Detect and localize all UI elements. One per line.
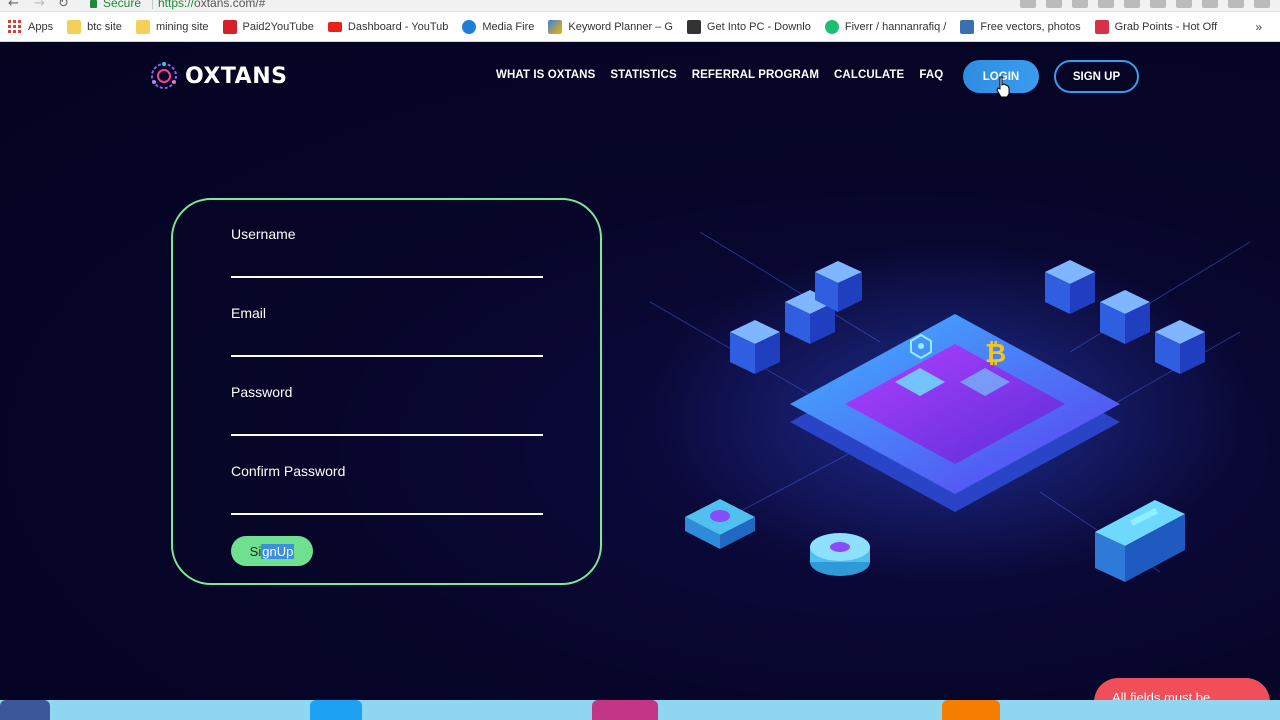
bookmark-mediafire[interactable]: Media Fire — [462, 19, 535, 34]
lock-icon — [90, 0, 97, 8]
submit-label-selected: gnUp — [261, 543, 295, 559]
submit-label-plain: Si — [249, 543, 262, 559]
bookmark-label: Dashboard - YouTub — [347, 20, 449, 33]
twitter-icon[interactable] — [310, 700, 362, 720]
extension-icons — [1020, 0, 1270, 8]
extension-icon[interactable] — [1228, 0, 1244, 8]
nav-calculate[interactable]: CALCULATE — [834, 69, 904, 81]
url-scheme: https:// — [158, 0, 195, 10]
bookmark-label: Fiverr / hannanrafiq / — [844, 20, 947, 33]
secure-indicator[interactable]: Secure — [90, 0, 141, 10]
secure-label: Secure — [103, 0, 142, 10]
bitcoin-icon: ₿ — [985, 339, 1006, 369]
instagram-icon[interactable] — [592, 700, 658, 720]
extension-icon[interactable] — [1150, 0, 1166, 8]
bookmark-label: Paid2YouTube — [242, 20, 314, 33]
blockchain-illustration: ₿ — [649, 231, 1251, 582]
bookmark-getintopc[interactable]: Get Into PC - Downlo — [686, 19, 811, 34]
email-field[interactable]: Email — [231, 305, 543, 357]
bookmark-apps[interactable]: Apps — [8, 19, 54, 34]
bookmark-paid2youtube[interactable]: Paid2YouTube — [222, 19, 314, 34]
site-logo[interactable]: OXTANS — [147, 59, 287, 93]
freepik-icon — [960, 19, 975, 34]
hand-cursor-icon — [996, 76, 1010, 98]
back-arrow-icon[interactable]: ← — [8, 0, 19, 11]
confirm-password-field[interactable]: Confirm Password — [231, 463, 543, 515]
bookmark-label: Apps — [28, 20, 54, 33]
bookmark-label: Grab Points - Hot Off — [1114, 20, 1218, 33]
sign-up-button[interactable]: SIGN UP — [1054, 60, 1139, 93]
bookmarks-overflow-icon[interactable]: » — [1255, 20, 1262, 34]
username-field[interactable]: Username — [231, 226, 543, 278]
logo-text: OXTANS — [185, 63, 288, 89]
form-signup-button[interactable]: Si gnUp — [231, 536, 313, 566]
bookmark-freepik[interactable]: Free vectors, photos — [960, 19, 1081, 34]
oxtans-logo-icon — [151, 62, 177, 89]
nav-statistics[interactable]: STATISTICS — [610, 69, 676, 81]
reload-icon[interactable]: ↻ — [58, 0, 69, 11]
address-bar[interactable]: https://oxtans.com/# — [158, 0, 265, 10]
nav-what-is-oxtans[interactable]: WHAT IS OXTANS — [496, 69, 595, 81]
email-input[interactable] — [231, 355, 543, 357]
extension-icon[interactable] — [1176, 0, 1192, 8]
password-input[interactable] — [231, 434, 543, 436]
confirm-password-input[interactable] — [231, 513, 543, 515]
forward-arrow-icon[interactable]: → — [34, 0, 45, 11]
folder-icon — [67, 19, 82, 34]
bookmark-mining-site[interactable]: mining site — [135, 19, 209, 34]
bookmark-label: mining site — [155, 20, 209, 33]
coin-cylinder — [810, 533, 870, 576]
apps-grid-icon — [8, 19, 22, 34]
extension-icon[interactable] — [1124, 0, 1140, 8]
mediafire-icon — [462, 19, 477, 34]
bookmark-label: Media Fire — [482, 20, 535, 33]
username-input[interactable] — [231, 276, 543, 278]
star-icon[interactable] — [1046, 0, 1062, 8]
extension-icon[interactable] — [1072, 0, 1088, 8]
password-label: Password — [231, 384, 293, 400]
nav-faq[interactable]: FAQ — [919, 69, 943, 81]
bookmark-keyword-planner[interactable]: Keyword Planner – G — [548, 19, 673, 34]
adwords-icon — [548, 19, 563, 34]
bookmarks-bar: Apps btc site mining site Paid2YouTube D… — [0, 12, 1280, 42]
paid2youtube-icon — [222, 19, 237, 34]
fiverr-icon — [824, 19, 839, 34]
blogger-icon[interactable] — [942, 700, 1000, 720]
email-label: Email — [231, 305, 267, 321]
browser-toolbar: ← → ↻ Secure https://oxtans.com/# — [0, 0, 1280, 12]
grabpoints-icon — [1094, 19, 1109, 34]
getintopc-icon — [686, 19, 701, 34]
password-field[interactable]: Password — [231, 384, 543, 436]
bookmark-label: Get Into PC - Downlo — [706, 20, 811, 33]
bookmark-youtube-dashboard[interactable]: Dashboard - YouTub — [327, 20, 449, 33]
youtube-icon — [327, 21, 342, 32]
nav-referral-program[interactable]: REFERRAL PROGRAM — [692, 69, 819, 81]
folder-icon — [135, 19, 150, 34]
facebook-icon[interactable] — [0, 700, 50, 720]
bookmark-btc-site[interactable]: btc site — [67, 19, 122, 34]
url-separator — [152, 0, 153, 9]
signup-form: Username Email Password Confirm Password… — [171, 198, 602, 585]
url-path: oxtans.com/# — [194, 0, 266, 10]
extension-icon[interactable] — [1202, 0, 1218, 8]
social-share-bar — [0, 700, 1280, 720]
username-label: Username — [231, 226, 296, 242]
bookmark-label: btc site — [87, 20, 122, 33]
bookmark-label: Free vectors, photos — [980, 20, 1081, 33]
main-nav: WHAT IS OXTANS STATISTICS REFERRAL PROGR… — [496, 69, 943, 81]
key-icon[interactable] — [1020, 0, 1036, 8]
extension-icon[interactable] — [1098, 0, 1114, 8]
extension-icon[interactable] — [1254, 0, 1270, 8]
bookmark-fiverr[interactable]: Fiverr / hannanrafiq / — [824, 19, 947, 34]
confirm-password-label: Confirm Password — [231, 463, 346, 479]
page-body: OXTANS WHAT IS OXTANS STATISTICS REFERRA… — [0, 42, 1280, 720]
bookmark-grabpoints[interactable]: Grab Points - Hot Off — [1094, 19, 1218, 34]
bookmark-label: Keyword Planner – G — [568, 20, 673, 33]
